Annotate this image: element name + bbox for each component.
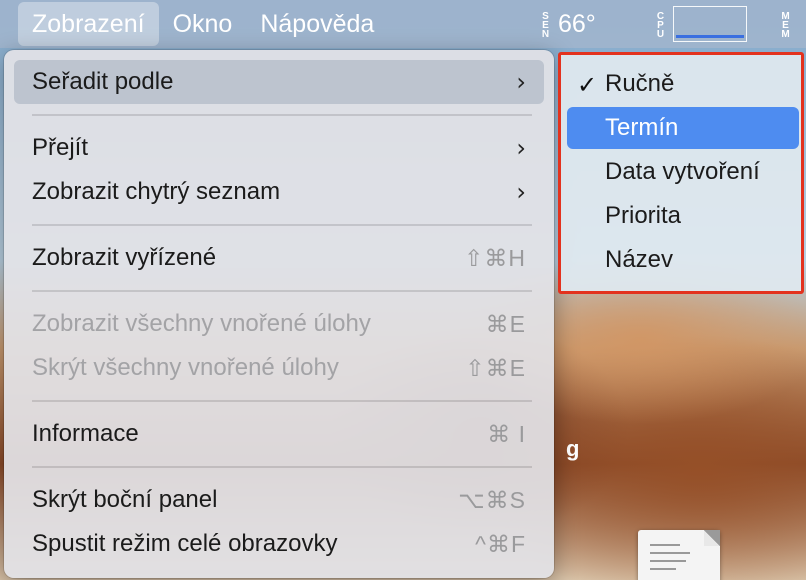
menu-item-label: Zobrazit chytrý seznam — [32, 178, 281, 205]
shortcut-label: ⌘E — [485, 310, 526, 337]
temperature-value: 66° — [558, 9, 596, 38]
submenu-item-manual[interactable]: ✓ Ručně — [567, 63, 799, 105]
memory-status[interactable]: MEM — [780, 0, 791, 48]
cpu-graph — [673, 6, 747, 42]
menu-separator — [32, 466, 532, 468]
shortcut-label: ⇧⌘H — [464, 244, 526, 271]
menu-item-hide-sidebar[interactable]: Skrýt boční panel ⌥⌘S — [14, 478, 544, 522]
menubar-item-okno[interactable]: Okno — [159, 0, 247, 48]
sort-by-submenu: ✓ Ručně Termín Data vytvoření Priorita N… — [558, 52, 804, 294]
submenu-item-creation-date[interactable]: Data vytvoření — [567, 151, 799, 193]
menu-item-hide-all-subtasks: Skrýt všechny vnořené úlohy ⇧⌘E — [14, 346, 544, 390]
cpu-label-text: CPU — [655, 10, 666, 38]
menubar-item-napoveda[interactable]: Nápověda — [246, 0, 388, 48]
temperature-label: SEN — [540, 10, 551, 38]
temperature-label-text: SEN — [540, 10, 551, 38]
shortcut-label: ⇧⌘E — [465, 354, 526, 381]
menubar-item-zobrazeni[interactable]: Zobrazení — [18, 2, 159, 46]
submenu-item-priority[interactable]: Priorita — [567, 195, 799, 237]
chevron-right-icon: › — [516, 134, 526, 162]
menu-separator — [32, 224, 532, 226]
shortcut-label: ⌥⌘S — [458, 486, 526, 513]
submenu-item-label: Termín — [605, 114, 679, 141]
menu-separator — [32, 400, 532, 402]
chevron-right-icon: › — [516, 68, 526, 96]
menu-item-go-to[interactable]: Přejít › — [14, 126, 544, 170]
submenu-item-label: Název — [605, 246, 674, 273]
document-file-icon[interactable] — [638, 530, 720, 580]
menu-item-info[interactable]: Informace ⌘ I — [14, 412, 544, 456]
submenu-item-label: Ručně — [605, 70, 675, 97]
menu-item-smart-list[interactable]: Zobrazit chytrý seznam › — [14, 170, 544, 214]
temperature-status[interactable]: SEN 66° — [540, 0, 596, 48]
menu-item-show-completed[interactable]: Zobrazit vyřízené ⇧⌘H — [14, 236, 544, 280]
menu-item-sort-by[interactable]: Seřadit podle › — [14, 60, 544, 104]
submenu-item-title[interactable]: Název — [567, 239, 799, 281]
submenu-item-due-date[interactable]: Termín — [567, 107, 799, 149]
chevron-right-icon: › — [516, 178, 526, 206]
menu-item-label: Skrýt všechny vnořené úlohy — [32, 354, 339, 381]
menu-item-label: Přejít — [32, 134, 89, 161]
cpu-label: CPU — [655, 10, 666, 38]
menu-item-show-all-subtasks: Zobrazit všechny vnořené úlohy ⌘E — [14, 302, 544, 346]
menu-item-label: Zobrazit vyřízené — [32, 244, 217, 271]
menu-item-label: Zobrazit všechny vnořené úlohy — [32, 310, 371, 337]
cpu-status[interactable]: CPU — [655, 0, 747, 48]
checkmark-icon: ✓ — [577, 71, 598, 99]
menu-bar: Zobrazení Okno Nápověda SEN 66° CPU MEM — [0, 0, 806, 48]
memory-label: MEM — [780, 10, 791, 38]
menu-separator — [32, 114, 532, 116]
view-menu-dropdown: Seřadit podle › Přejít › Zobrazit chytrý… — [4, 50, 554, 578]
shortcut-label: ⌘ I — [487, 420, 526, 447]
menu-item-label: Informace — [32, 420, 139, 447]
menu-item-label: Spustit režim celé obrazovky — [32, 530, 338, 557]
submenu-item-label: Data vytvoření — [605, 158, 760, 185]
menu-item-label: Skrýt boční panel — [32, 486, 218, 513]
menu-separator — [32, 290, 532, 292]
menu-item-fullscreen[interactable]: Spustit režim celé obrazovky ^⌘F — [14, 522, 544, 566]
menu-item-label: Seřadit podle — [32, 68, 174, 95]
memory-label-text: MEM — [780, 10, 791, 38]
shortcut-label: ^⌘F — [475, 530, 526, 557]
desktop-partial-text: g — [566, 436, 580, 461]
submenu-item-label: Priorita — [605, 202, 682, 229]
